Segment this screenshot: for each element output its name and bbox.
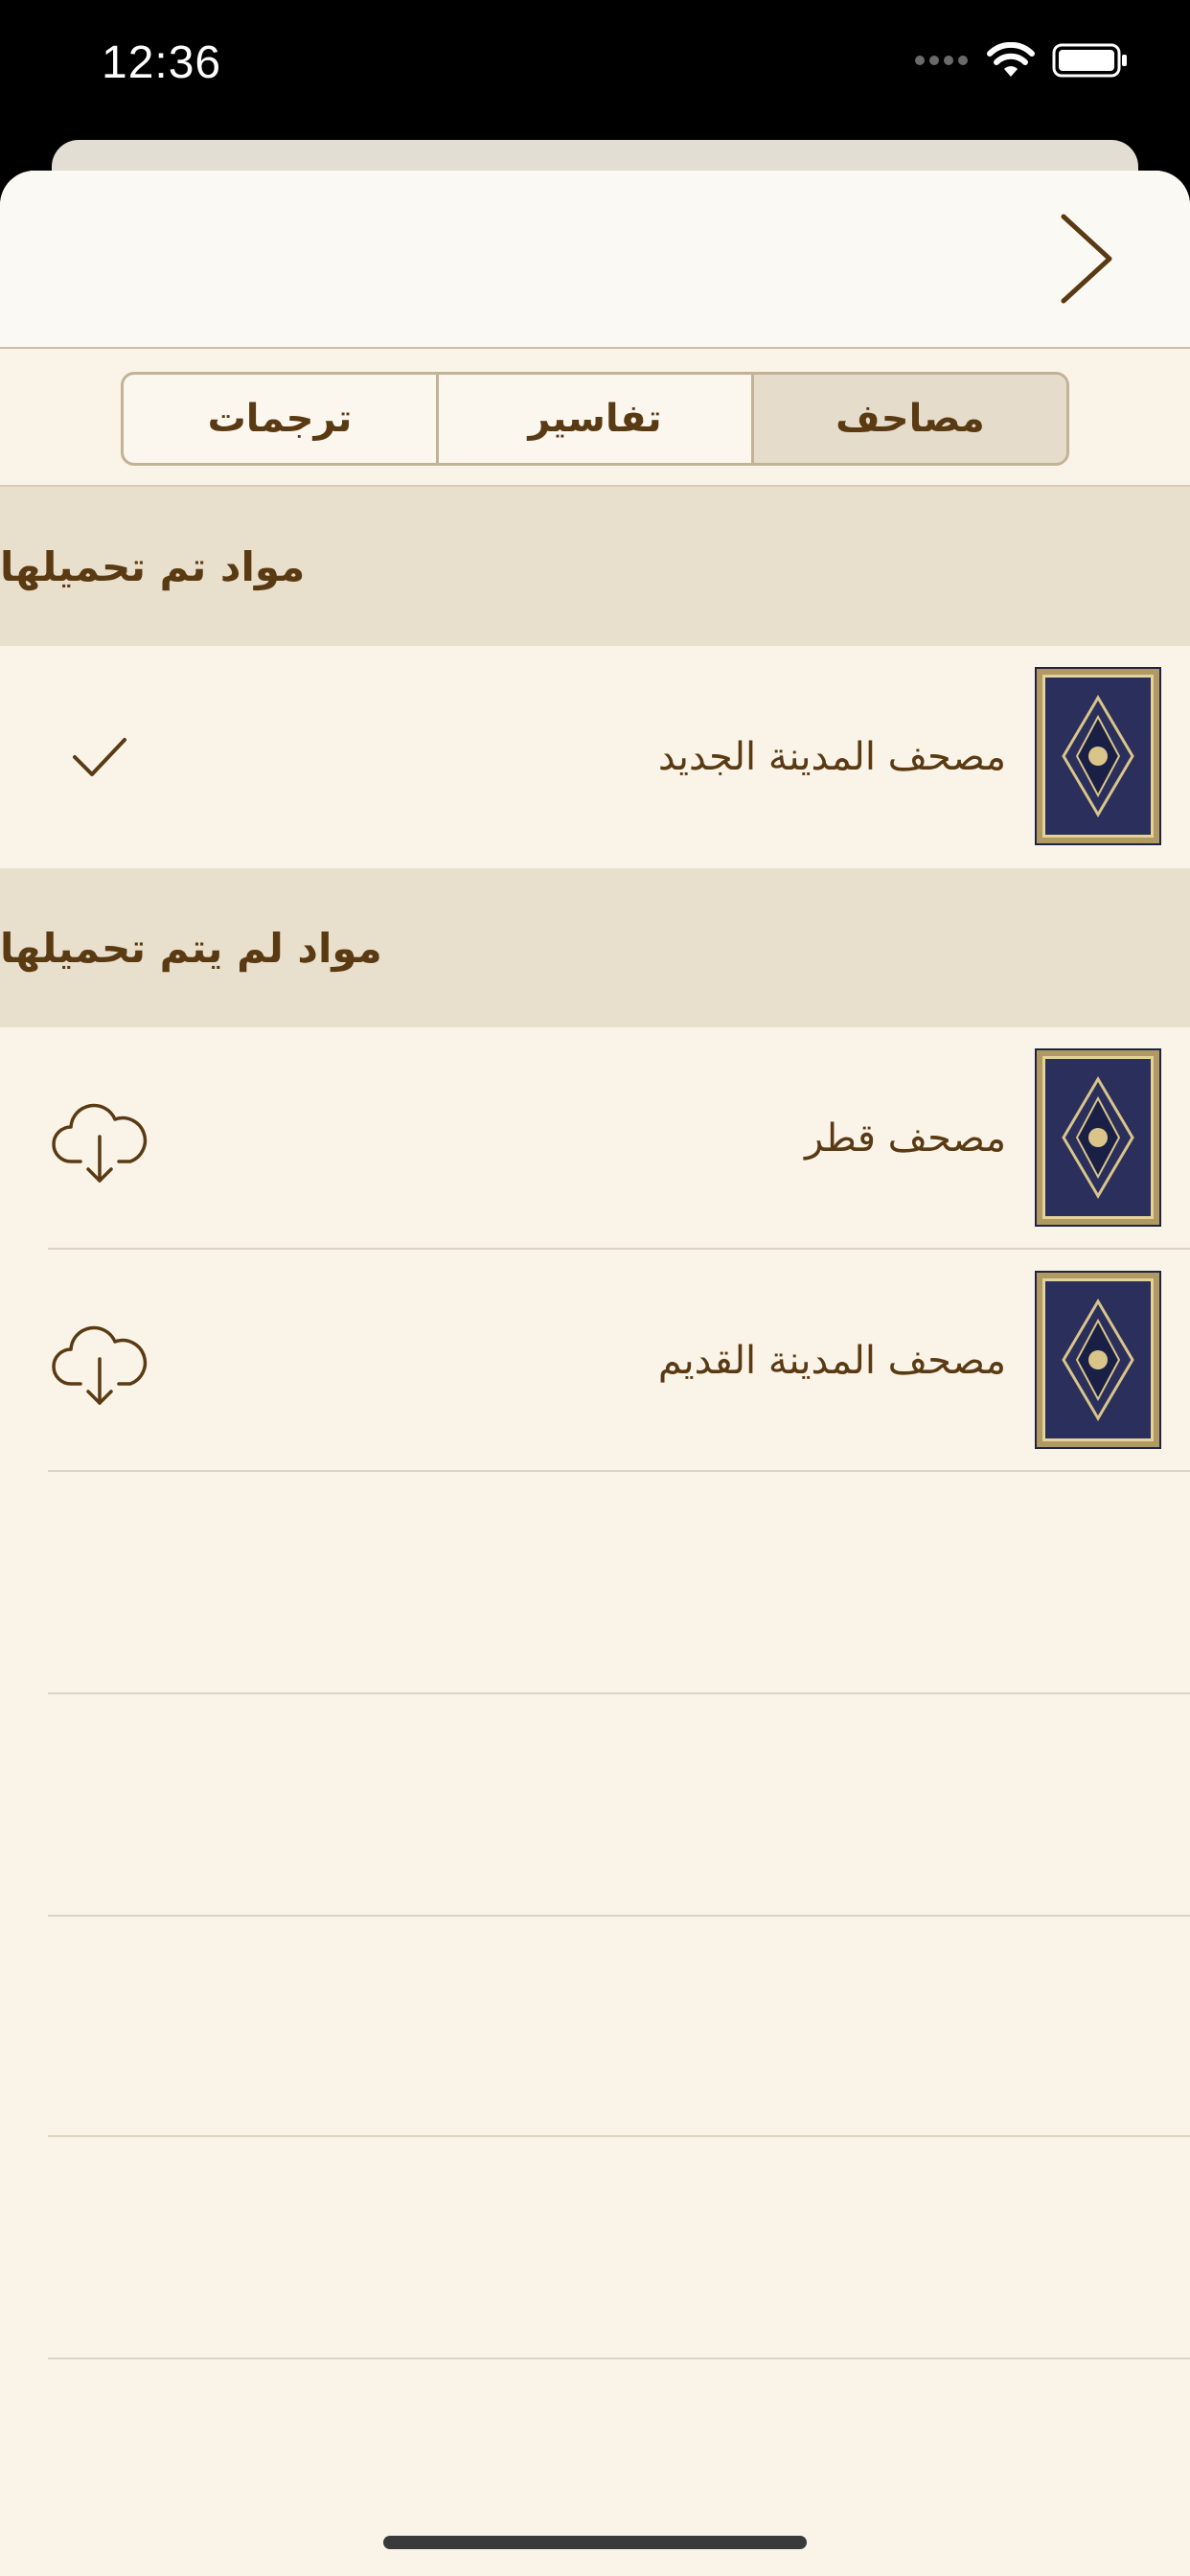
status-bar: 12:36 bbox=[0, 0, 1190, 134]
section-header-downloaded: مواد تم تحميلها bbox=[0, 487, 1190, 646]
cloud-download-icon[interactable] bbox=[50, 1091, 149, 1186]
item-title: مصحف قطر bbox=[804, 1116, 1006, 1161]
cloud-download-icon[interactable] bbox=[50, 1313, 149, 1409]
wifi-icon bbox=[987, 42, 1035, 77]
status-time: 12:36 bbox=[102, 37, 222, 88]
row-separator bbox=[48, 1915, 1190, 1917]
category-segmented-control: مصاحف تفاسير ترجمات bbox=[121, 372, 1069, 466]
battery-icon bbox=[1052, 43, 1127, 78]
mushaf-cover-image bbox=[1035, 1271, 1161, 1449]
mushaf-cover-image bbox=[1035, 1048, 1161, 1227]
row-separator bbox=[48, 2358, 1190, 2359]
list-item[interactable]: مصحف قطر bbox=[0, 1027, 1190, 1250]
cellular-signal-icon bbox=[915, 56, 968, 65]
cover-ornament-icon bbox=[1062, 695, 1134, 817]
cover-ornament-icon bbox=[1062, 1076, 1134, 1199]
section-header-not-downloaded: مواد لم يتم تحميلها bbox=[0, 868, 1190, 1027]
list-item[interactable]: مصحف المدينة القديم bbox=[0, 1250, 1190, 1472]
modal-sheet: مصاحف تفاسير ترجمات مواد تم تحميلها مصحف… bbox=[0, 171, 1190, 2576]
tab-translations[interactable]: ترجمات bbox=[124, 375, 436, 463]
chevron-right-icon[interactable] bbox=[1056, 211, 1117, 307]
cover-ornament-icon bbox=[1062, 1299, 1134, 1421]
home-indicator[interactable] bbox=[383, 2536, 807, 2549]
status-icons bbox=[914, 42, 1129, 79]
checkmark-icon bbox=[73, 738, 126, 776]
mushaf-cover-image bbox=[1035, 667, 1161, 845]
item-title: مصحف المدينة القديم bbox=[657, 1339, 1006, 1383]
row-separator bbox=[48, 1692, 1190, 1694]
item-title: مصحف المدينة الجديد bbox=[657, 735, 1006, 779]
row-separator bbox=[48, 2135, 1190, 2137]
row-separator bbox=[48, 1470, 1190, 1472]
list-item[interactable]: مصحف المدينة الجديد bbox=[0, 646, 1190, 868]
tab-mushafs[interactable]: مصاحف bbox=[751, 375, 1066, 463]
tab-tafsirs[interactable]: تفاسير bbox=[436, 375, 751, 463]
navigation-bar bbox=[0, 171, 1190, 349]
